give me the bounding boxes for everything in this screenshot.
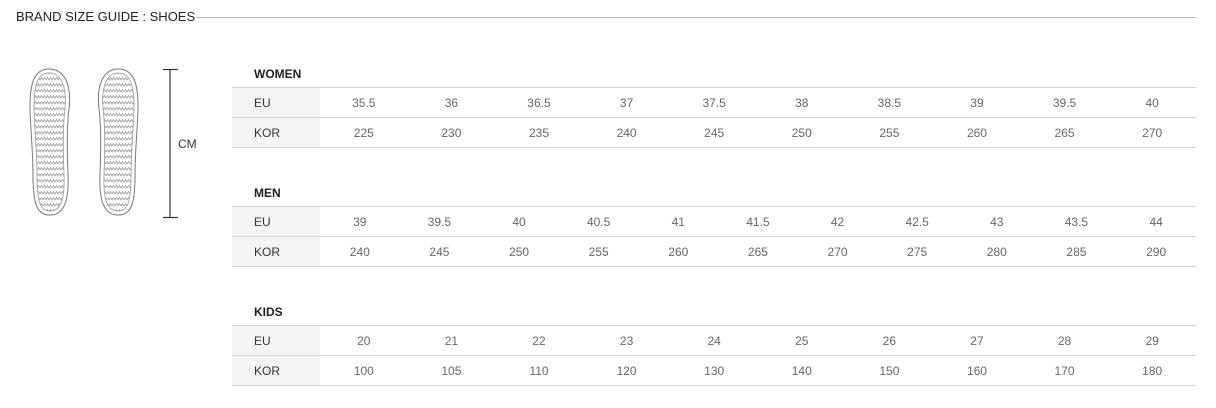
size-cell: 25 — [757, 325, 846, 356]
size-cell: 260 — [933, 117, 1021, 148]
size-cell: 250 — [757, 117, 846, 148]
size-cell: 44 — [1116, 206, 1196, 237]
size-cell: 36 — [407, 87, 496, 118]
size-cell: 245 — [670, 117, 758, 148]
size-cell: 40.5 — [558, 206, 639, 237]
size-cell: 160 — [933, 355, 1021, 386]
size-cell: 120 — [582, 355, 671, 386]
size-cell: 39.5 — [399, 206, 480, 237]
size-cell: 265 — [1020, 117, 1109, 148]
size-cell: 38.5 — [845, 87, 934, 118]
section-title-kids: KIDS — [254, 305, 283, 319]
size-cell: 230 — [407, 117, 496, 148]
section-title-women: WOMEN — [254, 67, 302, 81]
shoe-illustration: CM — [22, 64, 222, 224]
size-cell: 260 — [638, 236, 719, 267]
size-cell: 105 — [407, 355, 496, 386]
row-label-kor: KOR — [232, 117, 320, 148]
size-cell: 40 — [1108, 87, 1196, 118]
size-cell: 43.5 — [1036, 206, 1117, 237]
size-cell: 36.5 — [495, 87, 583, 118]
size-cell: 255 — [558, 236, 639, 267]
size-cell: 35.5 — [320, 87, 408, 118]
size-cell: 265 — [718, 236, 798, 267]
size-cell: 41 — [638, 206, 719, 237]
size-cell: 41.5 — [718, 206, 798, 237]
size-cell: 235 — [495, 117, 583, 148]
left-sole-icon — [29, 68, 71, 216]
size-cell: 140 — [757, 355, 846, 386]
table-row: EU 39 39.5 40 40.5 41 41.5 42 42.5 43 43… — [232, 206, 1196, 237]
header-divider — [196, 17, 1196, 18]
size-cell: 240 — [582, 117, 671, 148]
size-cell: 280 — [957, 236, 1037, 267]
size-cell: 23 — [582, 325, 671, 356]
table-row: KOR 240 245 250 255 260 265 270 275 280 … — [232, 236, 1196, 267]
right-sole-icon — [97, 68, 139, 216]
section-title-men: MEN — [254, 186, 281, 200]
row-label-eu: EU — [232, 206, 320, 237]
men-size-table: EU 39 39.5 40 40.5 41 41.5 42 42.5 43 43… — [232, 206, 1196, 267]
size-cell: 255 — [845, 117, 934, 148]
table-row: KOR 225 230 235 240 245 250 255 260 265 … — [232, 117, 1196, 148]
size-cell: 26 — [845, 325, 934, 356]
size-cell: 270 — [1108, 117, 1196, 148]
size-cell: 130 — [670, 355, 758, 386]
measure-unit-label: CM — [178, 137, 197, 151]
size-cell: 245 — [399, 236, 480, 267]
size-cell: 21 — [407, 325, 496, 356]
size-cell: 28 — [1020, 325, 1109, 356]
size-cell: 37.5 — [670, 87, 758, 118]
size-cell: 100 — [320, 355, 408, 386]
size-cell: 150 — [845, 355, 934, 386]
size-cell: 250 — [479, 236, 559, 267]
size-cell: 37 — [582, 87, 671, 118]
size-cell: 275 — [877, 236, 957, 267]
size-cell: 27 — [933, 325, 1021, 356]
row-label-eu: EU — [232, 325, 320, 356]
row-label-kor: KOR — [232, 236, 320, 267]
size-cell: 22 — [495, 325, 583, 356]
size-cell: 43 — [957, 206, 1037, 237]
row-label-eu: EU — [232, 87, 320, 118]
women-size-table: EU 35.5 36 36.5 37 37.5 38 38.5 39 39.5 … — [232, 87, 1196, 148]
size-cell: 240 — [320, 236, 400, 267]
size-cell: 42.5 — [877, 206, 957, 237]
size-cell: 39.5 — [1020, 87, 1109, 118]
size-cell: 39 — [320, 206, 400, 237]
table-row: KOR 100 105 110 120 130 140 150 160 170 … — [232, 355, 1196, 386]
size-cell: 270 — [797, 236, 878, 267]
size-cell: 29 — [1108, 325, 1196, 356]
size-cell: 24 — [670, 325, 758, 356]
page-title: BRAND SIZE GUIDE : SHOES — [16, 9, 196, 24]
length-measure-bracket — [163, 68, 178, 219]
table-row: EU 20 21 22 23 24 25 26 27 28 29 — [232, 325, 1196, 356]
size-cell: 285 — [1036, 236, 1117, 267]
size-cell: 225 — [320, 117, 408, 148]
size-cell: 170 — [1020, 355, 1109, 386]
size-cell: 38 — [757, 87, 846, 118]
size-cell: 110 — [495, 355, 583, 386]
size-cell: 39 — [933, 87, 1021, 118]
size-cell: 40 — [479, 206, 559, 237]
row-label-kor: KOR — [232, 355, 320, 386]
table-row: EU 35.5 36 36.5 37 37.5 38 38.5 39 39.5 … — [232, 87, 1196, 118]
size-cell: 42 — [797, 206, 878, 237]
page-header: BRAND SIZE GUIDE : SHOES — [16, 7, 1196, 27]
kids-size-table: EU 20 21 22 23 24 25 26 27 28 29 KOR 100… — [232, 325, 1196, 386]
size-cell: 180 — [1108, 355, 1196, 386]
size-cell: 20 — [320, 325, 408, 356]
size-cell: 290 — [1116, 236, 1196, 267]
